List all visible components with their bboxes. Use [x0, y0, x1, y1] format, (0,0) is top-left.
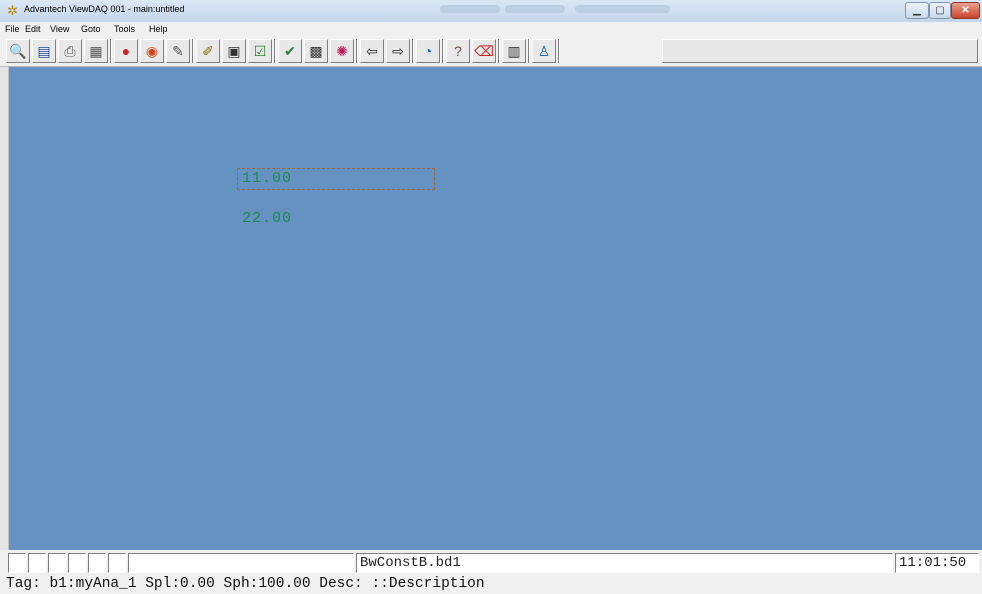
minimize-button[interactable]: ▁: [905, 2, 929, 19]
eraser-icon: ⌫: [474, 43, 494, 59]
help-question-button[interactable]: ?: [446, 39, 470, 63]
toolbar-separator: [192, 39, 194, 63]
tag-grid-button[interactable]: ▩: [304, 39, 328, 63]
eraser-button[interactable]: ⌫: [472, 39, 496, 63]
back-arrow-icon: ⇦: [366, 43, 378, 59]
background-window-title: [505, 5, 565, 13]
help-question-icon: ?: [454, 43, 462, 59]
background-window-title: [575, 5, 670, 13]
tag-info-line: Tag: b1:myAna_1 Spl:0.00 Sph:100.00 Desc…: [0, 574, 982, 594]
camera-icon: ▣: [227, 43, 241, 59]
menu-view[interactable]: View: [50, 24, 69, 34]
magnifier-button[interactable]: 🔍: [6, 39, 30, 63]
toolbar-separator: [528, 39, 530, 63]
database-button[interactable]: ▤: [32, 39, 56, 63]
print-preview-button[interactable]: ▦: [84, 39, 108, 63]
analog-value-1[interactable]: 11.00: [242, 170, 292, 187]
forward-arrow-icon: ⇨: [392, 43, 404, 59]
status-bar: BwConstB.bd1 11:01:50: [0, 550, 982, 574]
menu-help[interactable]: Help: [149, 24, 168, 34]
status-cell-empty: [48, 553, 66, 573]
stop-record-button[interactable]: ◉: [140, 39, 164, 63]
maximize-button[interactable]: ▢: [929, 2, 951, 19]
edit-pen-icon: ✎: [172, 43, 184, 59]
window-title: Advantech ViewDAQ 001 - main:untitled: [24, 4, 185, 14]
menu-edit[interactable]: Edit: [25, 24, 41, 34]
checkmark-icon: ✔: [284, 43, 296, 59]
toolbar-separator: [356, 39, 358, 63]
back-arrow-button[interactable]: ⇦: [360, 39, 384, 63]
status-cell-empty: [28, 553, 46, 573]
user-button[interactable]: ♙: [532, 39, 556, 63]
toolbar: 🔍 ▤ ⎙ ▦ ● ◉ ✎ ✐ ▣ ☑ ✔ ▩ ✺ ⇦ ⇨ ◔? ⌫ ▥ ♙: [0, 36, 982, 67]
edit-pen-button[interactable]: ✎: [166, 39, 190, 63]
user-icon: ♙: [537, 43, 551, 59]
forward-arrow-button[interactable]: ⇨: [386, 39, 410, 63]
clapperboard-button[interactable]: ▥: [502, 39, 526, 63]
toolbar-separator: [110, 39, 112, 63]
toolbar-separator: [498, 39, 500, 63]
background-window-title: [440, 5, 500, 13]
display-canvas[interactable]: 11.00 22.00: [9, 67, 982, 550]
status-cell-empty: [88, 553, 106, 573]
tag-grid-icon: ▩: [309, 43, 323, 59]
check-box-icon: ☑: [253, 43, 267, 59]
toolbar-separator: [274, 39, 276, 63]
status-clock: 11:01:50: [895, 553, 979, 573]
magnifier-icon: 🔍: [9, 43, 27, 59]
color-palette-icon: ✺: [336, 43, 348, 59]
print-preview-icon: ▦: [89, 43, 103, 59]
status-cell-empty: [8, 553, 26, 573]
toolbar-empty-area: [662, 39, 978, 63]
camera-button[interactable]: ▣: [222, 39, 246, 63]
status-cell-empty: [68, 553, 86, 573]
edit-settings-button[interactable]: ✐: [196, 39, 220, 63]
printer-button[interactable]: ⎙: [58, 39, 82, 63]
minimize-icon: ▁: [913, 5, 921, 16]
advantech-gear-icon: ✲: [7, 3, 18, 18]
close-button[interactable]: ✕: [951, 2, 980, 19]
pie-chart-icon: ◔: [423, 43, 433, 59]
toolbar-separator: [412, 39, 414, 63]
checkmark-button[interactable]: ✔: [278, 39, 302, 63]
status-cell-empty: [128, 553, 354, 573]
pie-chart-button[interactable]: ◔: [416, 39, 440, 63]
menu-file[interactable]: File: [5, 24, 20, 34]
analog-value-2[interactable]: 22.00: [242, 210, 292, 227]
title-bar: ✲ Advantech ViewDAQ 001 - main:untitled …: [0, 0, 982, 23]
menu-bar: File Edit View Goto Tools Help: [0, 22, 982, 36]
stop-record-icon: ◉: [145, 43, 159, 59]
color-palette-button[interactable]: ✺: [330, 39, 354, 63]
toolbar-separator: [442, 39, 444, 63]
database-icon: ▤: [37, 43, 51, 59]
record-button[interactable]: ●: [114, 39, 138, 63]
maximize-icon: ▢: [935, 5, 945, 16]
record-icon: ●: [121, 43, 131, 59]
menu-tools[interactable]: Tools: [114, 24, 135, 34]
menu-goto[interactable]: Goto: [81, 24, 101, 34]
status-cell-empty: [108, 553, 126, 573]
printer-icon: ⎙: [64, 43, 76, 59]
toolbar-separator: [558, 39, 560, 63]
status-file-name: BwConstB.bd1: [356, 553, 893, 573]
edit-settings-icon: ✐: [202, 43, 214, 59]
clapperboard-icon: ▥: [507, 43, 521, 59]
left-frame: [0, 67, 9, 550]
check-box-button[interactable]: ☑: [248, 39, 272, 63]
close-icon: ✕: [961, 5, 970, 16]
